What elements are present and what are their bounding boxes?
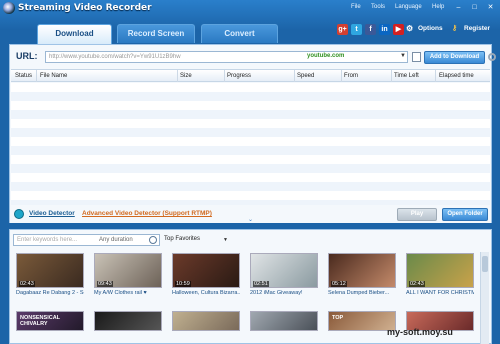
url-site-select[interactable]: youtube.com — [307, 53, 344, 59]
thumbnail-caption: TOP — [332, 315, 344, 321]
url-row: URL: http://www.youtube.com/watch?v=Yw91… — [10, 45, 496, 69]
facebook-icon[interactable]: f — [365, 24, 376, 35]
title-bar: Streaming Video Recorder File Tools Lang… — [0, 0, 500, 17]
column-divider[interactable] — [177, 70, 178, 82]
advanced-video-detector-link[interactable]: Advanced Video Detector (Support RTMP) — [82, 210, 212, 217]
duration-select[interactable]: Any duration — [99, 237, 133, 243]
tab-convert[interactable]: Convert — [201, 24, 278, 43]
video-duration: 02:43 — [409, 281, 425, 287]
search-placeholder: Enter keywords here... — [17, 237, 78, 243]
scrollbar-thumb[interactable] — [482, 256, 488, 272]
register-button[interactable]: Register — [464, 25, 490, 32]
video-duration: 09:43 — [97, 281, 113, 287]
video-thumbnail[interactable]: 10:59 — [172, 253, 240, 288]
chevron-down-icon[interactable]: ▼ — [223, 237, 228, 243]
linkedin-icon[interactable]: in — [379, 24, 390, 35]
video-thumbnail[interactable]: NONSENSICAL CHIVALRY — [16, 311, 84, 331]
video-thumbnail[interactable]: 05:12 — [328, 253, 396, 288]
category-select[interactable]: Top Favorites — [162, 234, 232, 246]
url-input[interactable]: http://www.youtube.com/watch?v=Yw91U1zB9… — [45, 51, 408, 63]
column-header[interactable]: Status — [15, 73, 32, 79]
detector-bar: Video Detector Advanced Video Detector (… — [10, 205, 491, 223]
column-divider[interactable] — [391, 70, 392, 82]
video-thumbnail[interactable] — [172, 311, 240, 331]
video-thumbnail[interactable]: 02:43 — [406, 253, 474, 288]
video-thumbnail[interactable] — [94, 311, 162, 331]
video-card[interactable]: 02:43 Dagabaaz Re Dabang 2 - Song... — [16, 253, 84, 308]
download-table-header: Status File Name Size Progress Speed Fro… — [11, 69, 490, 82]
maximize-icon[interactable]: □ — [470, 4, 479, 12]
video-title[interactable]: Dagabaaz Re Dabang 2 - Song... — [16, 290, 84, 296]
column-header[interactable]: File Name — [40, 73, 67, 79]
video-title[interactable]: Selena Dumped Bieber... — [328, 290, 396, 296]
column-header[interactable]: Progress — [227, 73, 251, 79]
close-icon[interactable]: ✕ — [486, 4, 495, 12]
watermark: my-soft.moy.su — [387, 327, 453, 337]
video-card[interactable]: 02:43 ALL I WANT FOR CHRISTMAS... — [406, 253, 474, 308]
settings-gear-icon[interactable] — [488, 53, 496, 61]
twitter-icon[interactable]: t — [351, 24, 362, 35]
video-thumbnail[interactable]: 09:43 — [94, 253, 162, 288]
url-label: URL: — [16, 51, 38, 61]
options-gear-icon[interactable]: ⚙ — [406, 24, 413, 33]
app-title: Streaming Video Recorder — [18, 3, 152, 13]
expand-chevron-icon[interactable]: ⌄ — [248, 216, 253, 223]
paste-icon[interactable] — [412, 52, 421, 62]
video-card[interactable]: 02:51 2012 iMac Giveaway! — [250, 253, 318, 308]
video-duration: 02:43 — [19, 281, 35, 287]
menu-help[interactable]: Help — [432, 4, 444, 10]
video-card[interactable]: 10:59 Halloween, Cultura Bizarra... — [172, 253, 240, 308]
search-icon[interactable] — [149, 236, 157, 244]
column-header[interactable]: From — [344, 73, 358, 79]
video-detector-icon[interactable] — [14, 209, 24, 219]
video-card[interactable]: 09:43 My A/W Clothes rail ♥ — [94, 253, 162, 308]
column-divider[interactable] — [36, 70, 37, 82]
column-divider[interactable] — [294, 70, 295, 82]
google-plus-icon[interactable]: g+ — [337, 24, 348, 35]
app-logo-icon — [3, 2, 15, 14]
video-detector-link[interactable]: Video Detector — [29, 210, 75, 217]
video-duration: 02:51 — [253, 281, 269, 287]
column-header[interactable]: Speed — [297, 73, 314, 79]
video-thumbnail[interactable]: TOP — [328, 311, 396, 331]
keyword-search-input[interactable]: Enter keywords here... Any duration — [13, 234, 160, 246]
video-title[interactable]: ALL I WANT FOR CHRISTMAS... — [406, 290, 474, 296]
download-list[interactable] — [11, 83, 490, 205]
menu-file[interactable]: File — [351, 4, 361, 10]
play-button[interactable]: Play — [397, 208, 437, 221]
tab-record-screen[interactable]: Record Screen — [117, 24, 195, 43]
video-title[interactable]: My A/W Clothes rail ♥ — [94, 290, 162, 296]
app-window: Streaming Video Recorder File Tools Lang… — [0, 0, 500, 344]
column-divider[interactable] — [341, 70, 342, 82]
video-title[interactable]: Halloween, Cultura Bizarra... — [172, 290, 240, 296]
video-thumbnail[interactable] — [250, 311, 318, 331]
video-title[interactable]: 2012 iMac Giveaway! — [250, 290, 318, 296]
menu-language[interactable]: Language — [395, 4, 422, 10]
menu-tools[interactable]: Tools — [371, 4, 385, 10]
video-scrollbar[interactable] — [480, 252, 489, 344]
column-divider[interactable] — [435, 70, 436, 82]
column-header[interactable]: Time Left — [394, 73, 419, 79]
add-to-download-button[interactable]: Add to Download — [424, 51, 485, 64]
column-header[interactable]: Elapsed time — [439, 73, 474, 79]
options-button[interactable]: Options — [418, 25, 443, 32]
video-thumbnail[interactable]: 02:43 — [16, 253, 84, 288]
column-divider[interactable] — [224, 70, 225, 82]
video-duration: 05:12 — [331, 281, 347, 287]
column-header[interactable]: Size — [180, 73, 192, 79]
tab-download[interactable]: Download — [37, 24, 112, 44]
youtube-icon[interactable]: ▶ — [393, 24, 404, 35]
register-key-icon[interactable]: ⚷ — [452, 24, 457, 32]
thumbnail-caption: NONSENSICAL CHIVALRY — [20, 315, 60, 327]
video-duration: 10:59 — [175, 281, 191, 287]
chevron-down-icon[interactable]: ▼ — [400, 53, 406, 59]
video-thumbnail[interactable]: 02:51 — [250, 253, 318, 288]
video-card[interactable]: 05:12 Selena Dumped Bieber... — [328, 253, 396, 308]
download-panel: URL: http://www.youtube.com/watch?v=Yw91… — [9, 44, 496, 223]
open-folder-button[interactable]: Open Folder — [442, 208, 488, 221]
minimize-icon[interactable]: – — [454, 4, 463, 12]
